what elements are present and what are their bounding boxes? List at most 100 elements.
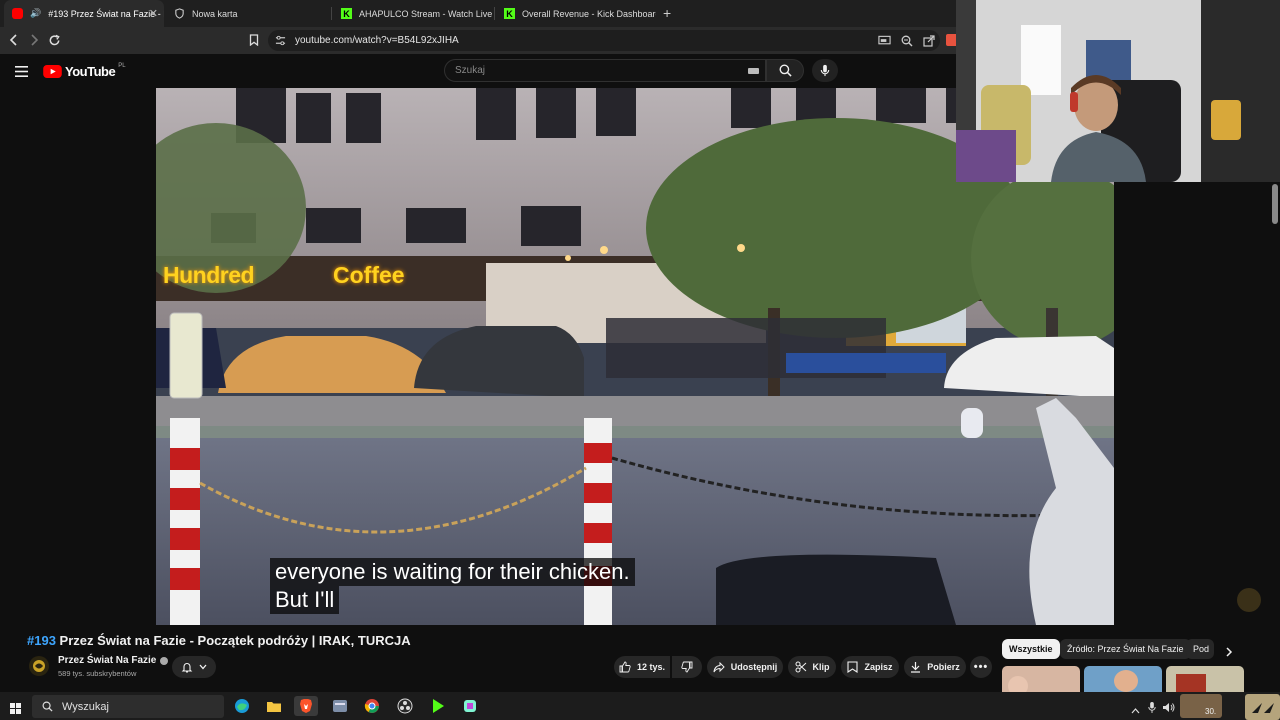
recommended-thumbnail[interactable] <box>1084 666 1162 692</box>
scrollbar[interactable] <box>1270 182 1280 692</box>
share-page-icon[interactable] <box>923 34 935 52</box>
search-input[interactable]: Szukaj <box>444 59 766 82</box>
tab-title: Overall Revenue - Kick Dashboard <box>522 8 656 19</box>
shield-icon <box>174 8 185 19</box>
notification-center-icon[interactable] <box>1245 694 1280 720</box>
scissors-icon <box>795 661 806 673</box>
channel-watermark[interactable] <box>1237 588 1261 612</box>
share-button[interactable]: Udostępnij <box>707 656 783 678</box>
chrome-icon[interactable] <box>362 696 382 716</box>
storefront-sign: Hundred <box>163 262 255 288</box>
caption-line: But I'll <box>270 586 340 614</box>
download-icon <box>911 662 921 673</box>
notification-bell-button[interactable] <box>172 656 216 678</box>
new-tab-plus-icon[interactable]: + <box>663 5 671 21</box>
kick-icon: K <box>504 8 515 19</box>
microphone-icon <box>820 64 830 77</box>
chevron-down-icon <box>199 664 207 670</box>
recommended-thumbnail[interactable] <box>1002 666 1080 692</box>
video-title: #193 Przez Świat na Fazie - Początek pod… <box>27 633 411 648</box>
hashtag-link[interactable]: #193 <box>27 633 56 648</box>
bookmark-icon[interactable] <box>246 32 262 48</box>
bell-icon <box>181 663 193 673</box>
forward-arrow-icon[interactable] <box>26 32 42 48</box>
youtube-logo-text: YouTube <box>65 64 116 79</box>
channel-name-text: Przez Świat Na Fazie <box>58 655 157 666</box>
zoom-icon[interactable] <box>901 34 913 52</box>
clip-button[interactable]: Klip <box>788 656 836 678</box>
taskbar-search-placeholder: Wyszukaj <box>62 700 109 713</box>
browser-toolbar <box>0 27 956 54</box>
brave-shield-icon[interactable] <box>946 34 956 46</box>
keyboard-icon[interactable] <box>748 68 759 74</box>
streamlabs-icon[interactable] <box>460 696 480 716</box>
windows-start-icon[interactable] <box>10 701 21 719</box>
close-icon[interactable]: ✕ <box>149 7 158 20</box>
youtube-favicon-icon <box>12 8 23 19</box>
voice-search-button[interactable] <box>812 59 838 82</box>
obs-icon[interactable] <box>395 696 415 716</box>
tab-title: Nowa karta <box>192 8 238 19</box>
video-captions: everyone is waiting for their chicken. B… <box>270 558 635 614</box>
cast-icon[interactable] <box>878 34 891 52</box>
back-arrow-icon[interactable] <box>6 32 22 48</box>
volume-icon[interactable] <box>1162 700 1175 718</box>
download-button[interactable]: Pobierz <box>904 656 966 678</box>
dislike-button[interactable] <box>672 656 702 678</box>
tab-kick-dashboard[interactable]: K Overall Revenue - Kick Dashboard <box>496 0 656 27</box>
edge-icon[interactable] <box>232 696 252 716</box>
like-count: 12 tys. <box>636 662 666 672</box>
like-button[interactable]: 12 tys. <box>614 656 670 678</box>
webcam-frame <box>956 0 1280 182</box>
storefront-sign: Coffee <box>333 262 405 288</box>
url-text[interactable]: youtube.com/watch?v=B54L92xJIHA <box>295 35 459 46</box>
kick-app-icon[interactable] <box>428 696 448 716</box>
download-label: Pobierz <box>927 662 960 672</box>
chip-source-channel[interactable]: Źródło: Przez Świat Na Fazie <box>1060 639 1191 659</box>
tab-new[interactable]: Nowa karta <box>166 0 331 27</box>
video-title-text: Przez Świat na Fazie - Początek podróży … <box>55 633 411 648</box>
caption-line: everyone is waiting for their chicken. <box>270 558 635 586</box>
taskbar-search[interactable]: Wyszukaj <box>32 695 224 718</box>
tab-kick-stream[interactable]: K AHAPULCO Stream - Watch Live on K <box>333 0 493 27</box>
app-window-icon[interactable] <box>330 696 350 716</box>
scrollbar-thumb[interactable] <box>1272 184 1278 224</box>
channel-avatar[interactable] <box>29 656 49 676</box>
search-placeholder: Szukaj <box>455 65 486 76</box>
browser-tab-bar: 🔊 #193 Przez Świat na Fazie - P ✕ Nowa k… <box>0 0 956 27</box>
brave-browser-icon[interactable] <box>294 696 318 716</box>
microphone-tray-icon[interactable] <box>1148 700 1156 718</box>
search-icon <box>779 64 792 77</box>
tab-youtube[interactable]: 🔊 #193 Przez Świat na Fazie - P ✕ <box>4 0 164 27</box>
menu-hamburger-icon[interactable] <box>15 64 28 82</box>
tab-title: #193 Przez Świat na Fazie - P <box>48 8 164 19</box>
audio-icon[interactable]: 🔊 <box>30 8 41 19</box>
search-icon <box>42 701 53 712</box>
more-actions-button[interactable]: ••• <box>970 656 992 678</box>
site-settings-icon[interactable] <box>272 32 288 48</box>
subscriber-count: 589 tys. subskrybentów <box>58 669 137 678</box>
share-label: Udostępnij <box>730 662 778 672</box>
file-explorer-icon[interactable] <box>264 696 284 716</box>
region-code: PL <box>118 62 126 69</box>
youtube-logo[interactable]: YouTube PL <box>43 62 126 79</box>
save-button[interactable]: Zapisz <box>841 656 899 678</box>
verified-check-icon <box>160 656 169 665</box>
search-button[interactable] <box>766 59 804 82</box>
clock-date[interactable]: 30. <box>1205 707 1216 716</box>
save-label: Zapisz <box>864 662 893 672</box>
channel-name[interactable]: Przez Świat Na Fazie <box>58 655 169 666</box>
chevron-right-icon[interactable] <box>1225 644 1233 662</box>
thumbs-down-icon <box>681 661 693 673</box>
chip-related[interactable]: Pod <box>1186 639 1214 659</box>
clip-label: Klip <box>812 662 830 672</box>
save-playlist-icon <box>847 661 859 673</box>
reload-icon[interactable] <box>46 32 62 48</box>
chevron-up-icon[interactable] <box>1131 701 1140 719</box>
webcam-overlay <box>956 0 1280 182</box>
chip-all[interactable]: Wszystkie <box>1002 639 1060 659</box>
more-horizontal-icon: ••• <box>973 661 989 673</box>
share-arrow-icon <box>713 661 725 672</box>
recommended-thumbnail[interactable] <box>1166 666 1244 692</box>
tab-title: AHAPULCO Stream - Watch Live on K <box>359 8 493 19</box>
